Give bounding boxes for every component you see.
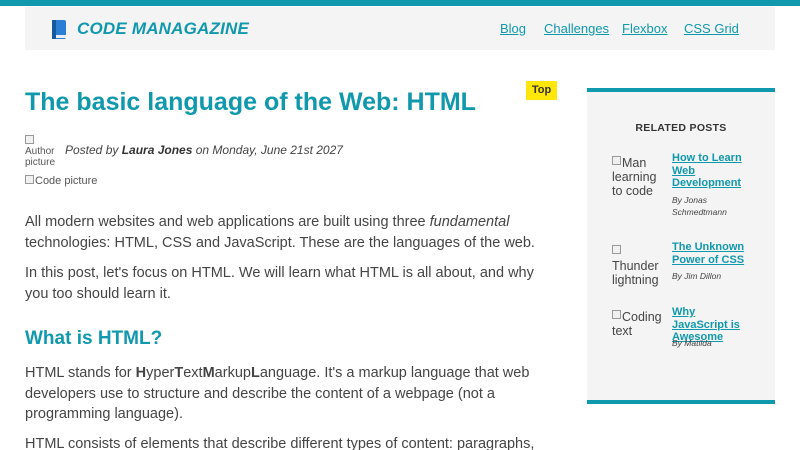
related-post-image: Coding text (612, 310, 662, 338)
broken-image-icon (25, 135, 34, 144)
related-post-link[interactable]: The Unknown Power of CSS (672, 241, 752, 266)
paragraph-html-definition: HTML stands for HyperTextMarkupLanguage.… (25, 365, 530, 422)
broken-image-icon (612, 245, 621, 254)
section-heading: What is HTML? (25, 328, 163, 349)
book-icon (51, 19, 67, 39)
related-post-image: Thunder lightning (612, 245, 668, 287)
code-picture: Code picture (25, 175, 97, 187)
article-title: The basic language of the Web: HTML (25, 88, 476, 116)
nav-link-blog[interactable]: Blog (500, 21, 526, 36)
related-post-link[interactable]: How to Learn Web Development (672, 152, 752, 190)
related-post-image: Man learning to code (612, 156, 657, 198)
paragraph-elements: HTML consists of elements that describe … (25, 436, 535, 450)
top-badge: Top (526, 81, 557, 100)
paragraph-focus: In this post, let's focus on HTML. We wi… (25, 265, 534, 302)
nav-link-css-grid[interactable]: CSS Grid (684, 21, 739, 36)
author-picture: Author picture (25, 135, 59, 168)
code-picture-alt: Code picture (35, 175, 98, 187)
post-meta: Posted by Laura Jones on Monday, June 21… (65, 143, 343, 157)
broken-image-icon (612, 156, 621, 165)
related-posts-title: RELATED POSTS (635, 122, 727, 134)
broken-image-icon (612, 310, 621, 319)
top-accent-bar (0, 0, 800, 6)
related-post-author: By Jim Dillon (672, 271, 722, 281)
broken-image-icon (25, 175, 34, 184)
paragraph-intro: All modern websites and web applications… (25, 214, 535, 251)
related-posts-sidebar: RELATED POSTS Man learning to code How t… (587, 88, 775, 404)
nav-link-challenges[interactable]: Challenges (544, 21, 609, 36)
author-name: Laura Jones (121, 143, 193, 157)
logo-text: CODE MANAGAZINE (77, 19, 250, 38)
related-post-author: By Jonas Schmedtmann (672, 195, 727, 217)
site-header: CODE MANAGAZINE Blog Challenges Flexbox … (25, 7, 775, 50)
site-logo[interactable]: CODE MANAGAZINE (51, 19, 249, 39)
author-picture-alt: Author picture (25, 146, 56, 168)
nav-link-flexbox[interactable]: Flexbox (622, 21, 668, 36)
related-post-author: By Matilda (672, 338, 712, 348)
